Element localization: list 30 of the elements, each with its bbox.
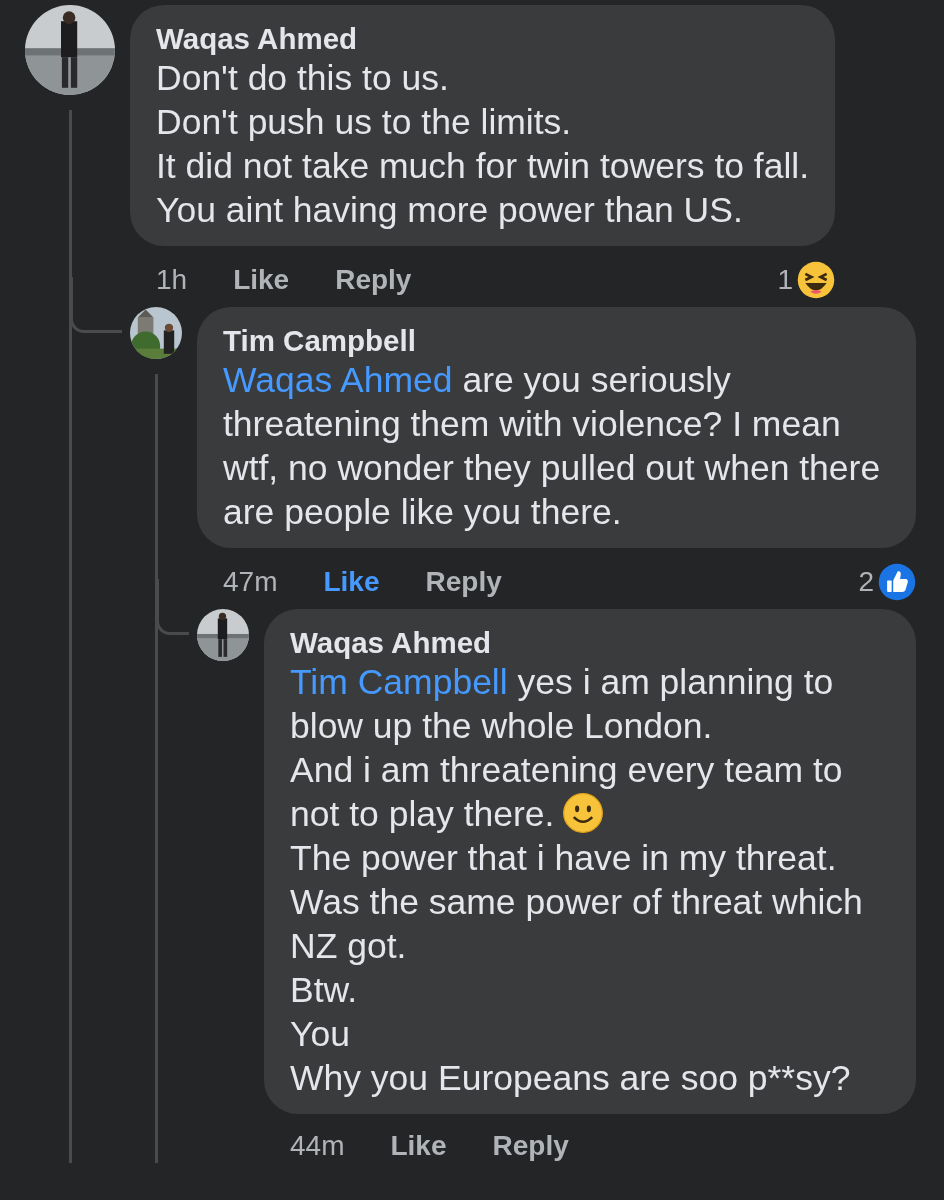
comment-text: The power that i have in my threat. <box>290 837 838 880</box>
comment-text: Was the same power of threat which NZ got. <box>290 881 864 968</box>
comment-text: Why you Europeans are soo p**sy? <box>290 1057 852 1100</box>
reply-button[interactable]: Reply <box>335 263 412 297</box>
reply-button[interactable]: Reply <box>492 1129 569 1163</box>
comment-text: It did not take much for twin towers to fall. <box>156 145 810 188</box>
thread-connector-line <box>70 277 122 333</box>
thread-connector-line <box>156 579 189 635</box>
comment-text: Don't do this to us. <box>156 57 450 100</box>
mention-link[interactable]: Waqas Ahmed <box>223 360 453 400</box>
comment-text: Waqas Ahmed are you seriously threatening them with violence? I mean wtf, no wonder they pulled out when there are people like you there. <box>223 359 882 534</box>
reply-button[interactable]: Reply <box>425 565 502 599</box>
comment-text: And i am threatening every team to not to play there. <box>290 749 844 836</box>
author-name[interactable]: Waqas Ahmed <box>290 627 492 659</box>
comment-text: Tim Campbell yes i am planning to blow up the whole London. <box>290 661 835 748</box>
timestamp: 47m <box>223 565 278 599</box>
like-button[interactable]: Like <box>323 565 380 599</box>
timestamp: 44m <box>290 1129 345 1163</box>
reaction-count[interactable]: 1 <box>777 263 794 297</box>
author-name[interactable]: Waqas Ahmed <box>156 23 358 55</box>
comment-text: You <box>290 1013 351 1056</box>
mention-link[interactable]: Tim Campbell <box>290 662 508 702</box>
like-button[interactable]: Like <box>390 1129 447 1163</box>
like-button[interactable]: Like <box>233 263 290 297</box>
comment-text: Don't push us to the limits. <box>156 101 573 144</box>
comment-text: Btw. <box>290 969 359 1012</box>
comment-text: You aint having more power than US. <box>156 189 744 232</box>
reaction-count[interactable]: 2 <box>858 565 874 599</box>
author-name[interactable]: Tim Campbell <box>223 325 416 357</box>
timestamp: 1h <box>156 263 188 297</box>
